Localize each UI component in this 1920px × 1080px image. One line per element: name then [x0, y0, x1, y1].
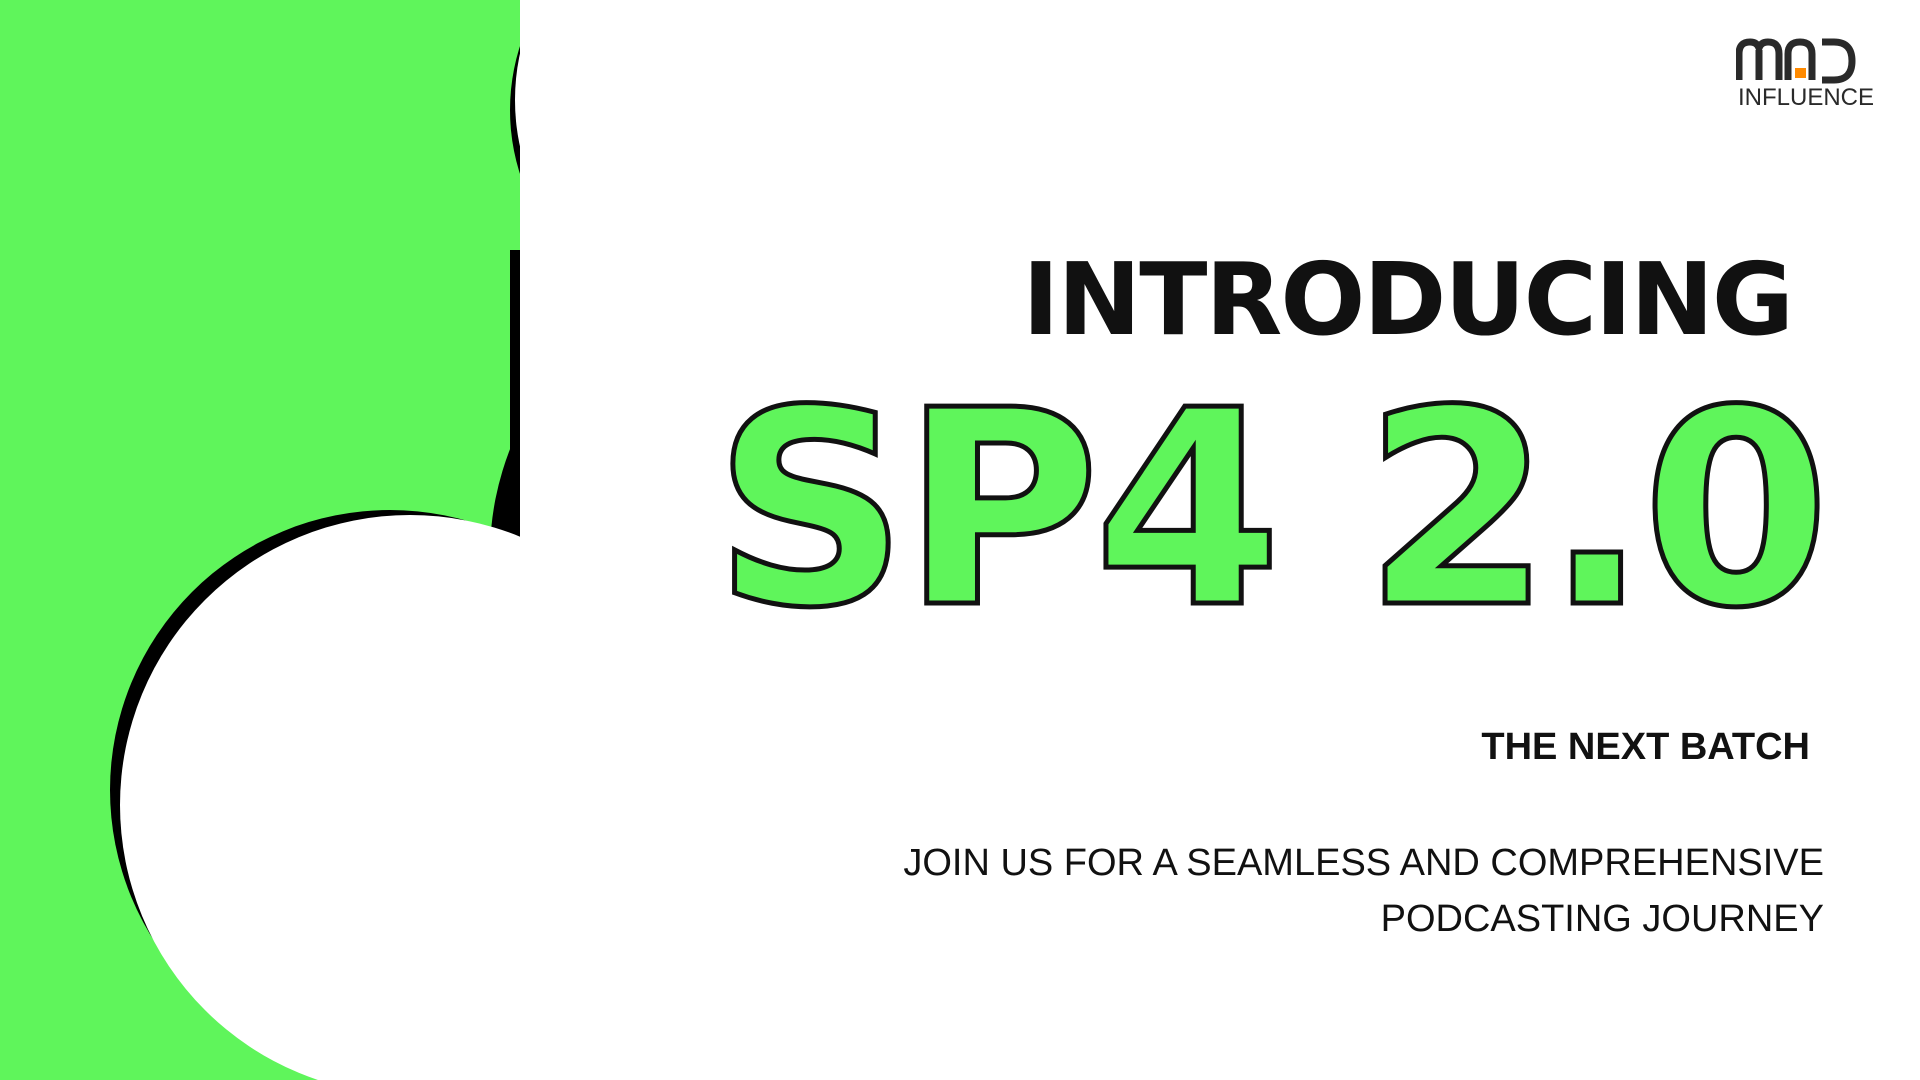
tagline-line-2: PODCASTING JOURNEY	[1380, 898, 1824, 940]
headline: INTRODUCING	[1022, 241, 1794, 358]
subheading: THE NEXT BATCH	[1481, 726, 1810, 768]
hero-title: SP4 2.0	[711, 352, 1833, 667]
logo-text: INFLUENCE	[1738, 84, 1875, 111]
tagline: JOIN US FOR A SEAMLESS AND COMPREHENSIVE…	[903, 835, 1824, 947]
slide-canvas: INFLUENCE INTRODUCING SP4 2.0 THE NEXT B…	[0, 0, 1920, 1080]
tagline-line-1: JOIN US FOR A SEAMLESS AND COMPREHENSIVE	[903, 842, 1824, 884]
mad-influence-logo: INFLUENCE	[1736, 38, 1874, 110]
mad-logo-mark	[1736, 38, 1856, 84]
